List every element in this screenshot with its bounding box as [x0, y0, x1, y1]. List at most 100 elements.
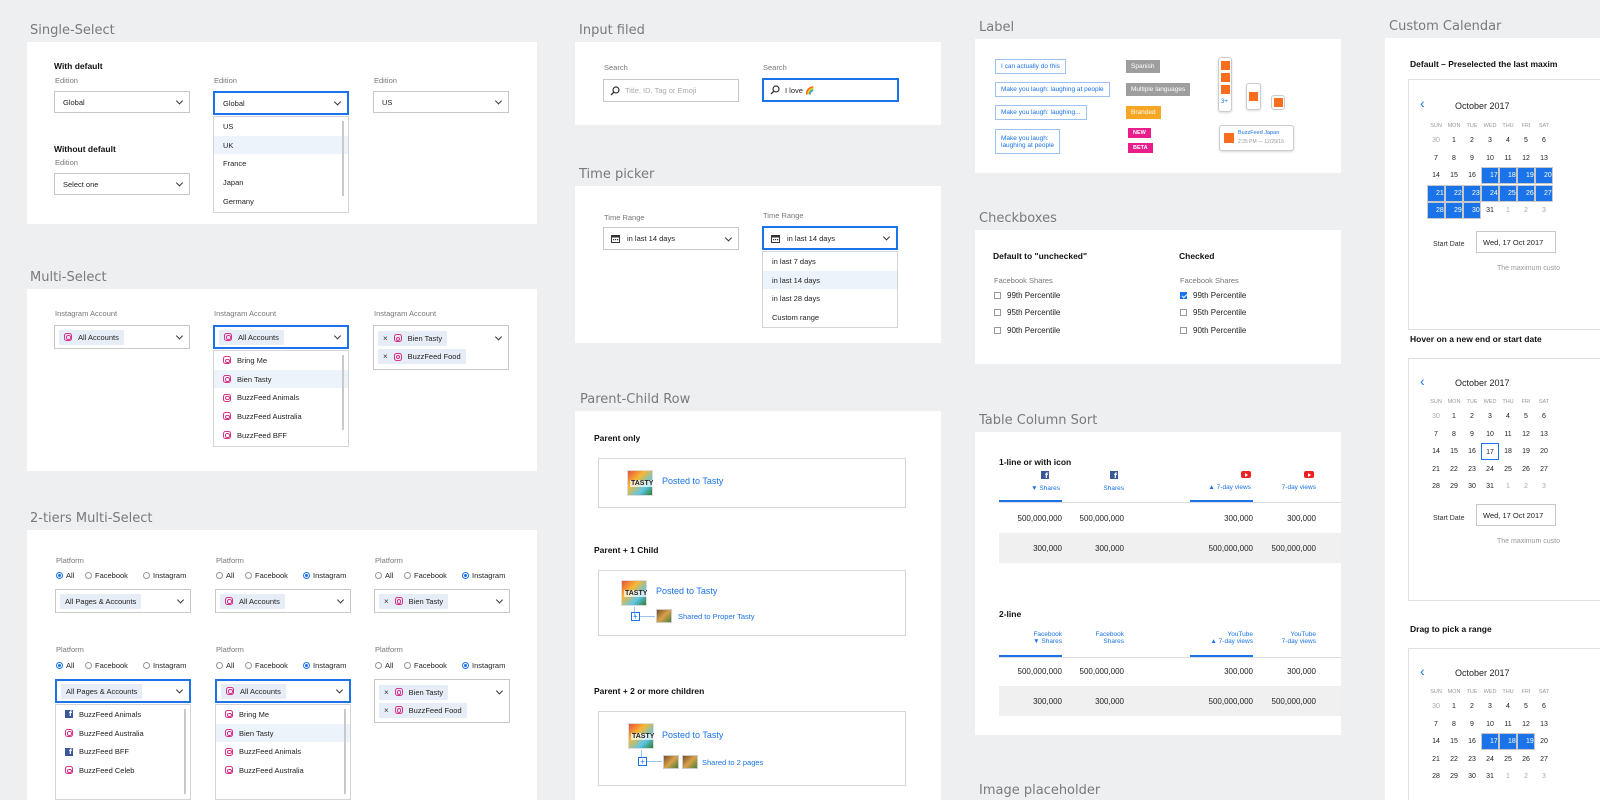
calendar-day[interactable]: 11 — [1499, 150, 1517, 167]
platform-select-open[interactable]: All Pages & Accounts — [55, 679, 191, 703]
start-date-input[interactable]: Wed, 17 Oct 2017 — [1476, 504, 1556, 526]
radio-all[interactable]: All — [56, 571, 74, 580]
calendar-day[interactable]: 28 — [1427, 768, 1445, 785]
platform-select-multi[interactable]: × Bien Tasty × BuzzFeed Food — [374, 679, 510, 723]
calendar-day[interactable]: 27 — [1535, 461, 1553, 478]
calendar-day[interactable]: 17 — [1481, 167, 1499, 184]
calendar-day[interactable]: 4 — [1499, 698, 1517, 715]
posted-link[interactable]: Posted to Tasty — [662, 730, 723, 740]
sort-header-shares[interactable]: Shares — [1076, 471, 1124, 503]
start-date-input[interactable]: Wed, 17 Oct 2017 — [1476, 231, 1556, 253]
calendar-day[interactable]: 29 — [1445, 202, 1463, 219]
option-bring-me[interactable]: Bring Me — [216, 705, 350, 724]
calendar-day[interactable]: 3 — [1535, 478, 1553, 495]
calendar-day[interactable]: 16 — [1463, 733, 1481, 750]
chevron-left-icon[interactable]: ‹ — [1420, 373, 1425, 389]
calendar-day[interactable]: 23 — [1463, 184, 1481, 202]
sort-header-views-active[interactable]: ▲ 7-day views — [1190, 471, 1253, 503]
calendar-day[interactable]: 1 — [1499, 768, 1517, 785]
radio-instagram[interactable]: Instagram — [303, 571, 346, 580]
edition-select[interactable]: US — [373, 91, 509, 113]
option-us[interactable]: US — [214, 117, 348, 136]
page-stack[interactable]: 3+ — [1218, 57, 1232, 112]
time-range-select-open[interactable]: in last 14 days — [762, 226, 898, 250]
calendar-day[interactable]: 21 — [1427, 751, 1445, 768]
expand-icon[interactable]: + — [638, 757, 647, 766]
calendar-day[interactable]: 11 — [1499, 716, 1517, 733]
checkbox-95th[interactable]: 95th Percentile — [994, 308, 1060, 317]
calendar-day[interactable]: 22 — [1445, 751, 1463, 768]
chevron-left-icon[interactable]: ‹ — [1420, 663, 1425, 679]
remove-icon[interactable]: × — [384, 597, 389, 606]
calendar-day[interactable]: 30 — [1427, 698, 1445, 715]
platform-select[interactable]: All Accounts — [215, 589, 351, 613]
calendar-day[interactable]: 13 — [1535, 150, 1553, 167]
calendar-day[interactable]: 6 — [1535, 132, 1553, 149]
checkbox-95th[interactable]: 95th Percentile — [1180, 308, 1246, 317]
account-select-multi[interactable]: × Bien Tasty × BuzzFeed Food — [373, 325, 509, 370]
calendar-day[interactable]: 13 — [1535, 426, 1553, 443]
sort-header-views[interactable]: 7-day views — [1265, 471, 1316, 503]
option-buzzfeed-celeb[interactable]: BuzzFeed Celeb — [56, 761, 190, 780]
option-bien-tasty[interactable]: Bien Tasty — [214, 369, 348, 389]
radio-facebook[interactable]: Facebook — [245, 571, 288, 580]
calendar-day[interactable]: 30 — [1463, 202, 1481, 219]
calendar-day[interactable]: 3 — [1535, 202, 1553, 219]
platform-select[interactable]: × Bien Tasty — [374, 589, 510, 613]
calendar-day[interactable]: 1 — [1499, 478, 1517, 495]
account-select[interactable]: All Accounts — [54, 325, 190, 349]
account-select-open[interactable]: All Accounts — [213, 325, 349, 349]
edition-select-open[interactable]: Global — [213, 91, 349, 115]
calendar-day[interactable]: 25 — [1499, 461, 1517, 478]
calendar-day[interactable]: 22 — [1445, 461, 1463, 478]
calendar-day[interactable]: 10 — [1481, 716, 1499, 733]
radio-facebook[interactable]: Facebook — [85, 661, 128, 670]
option-buzzfeed-bff[interactable]: BuzzFeed BFF — [214, 426, 348, 445]
calendar-day[interactable]: 30 — [1427, 132, 1445, 149]
calendar-day[interactable]: 31 — [1481, 202, 1499, 219]
sort-header-yt-views-active[interactable]: YouTube ▲ 7-day views — [1190, 631, 1253, 658]
calendar-day[interactable]: 9 — [1463, 716, 1481, 733]
calendar-day[interactable]: 14 — [1427, 733, 1445, 750]
calendar-day[interactable]: 3 — [1481, 408, 1499, 425]
calendar-day[interactable]: 20 — [1535, 443, 1553, 460]
calendar-day[interactable]: 26 — [1517, 751, 1535, 768]
radio-all[interactable]: All — [375, 571, 393, 580]
calendar-day[interactable]: 15 — [1445, 733, 1463, 750]
calendar-day[interactable]: 25 — [1499, 184, 1517, 202]
radio-instagram[interactable]: Instagram — [143, 571, 186, 580]
calendar-day[interactable]: 30 — [1463, 768, 1481, 785]
option-buzzfeed-animals[interactable]: BuzzFeed Animals — [214, 388, 348, 407]
calendar-day[interactable]: 5 — [1517, 408, 1535, 425]
calendar-day[interactable]: 31 — [1481, 768, 1499, 785]
option-buzzfeed-bff[interactable]: f BuzzFeed BFF — [56, 742, 190, 761]
checkbox-99th-checked[interactable]: 99th Percentile — [1180, 291, 1246, 300]
sort-header-fb-shares-active[interactable]: Facebook ▼ Shares — [999, 631, 1062, 658]
calendar-day[interactable]: 13 — [1535, 716, 1553, 733]
search-input[interactable]: Title, ID, Tag or Emoji — [603, 79, 739, 102]
parent-children-row[interactable]: Posted to Tasty + Shared to 2 pages — [598, 711, 906, 786]
calendar-day[interactable]: 3 — [1481, 132, 1499, 149]
calendar-day[interactable]: 24 — [1481, 184, 1499, 202]
radio-all[interactable]: All — [216, 571, 234, 580]
scrollbar[interactable] — [344, 709, 346, 794]
posted-link[interactable]: Posted to Tasty — [656, 586, 717, 596]
calendar-day[interactable]: 2 — [1517, 478, 1535, 495]
calendar-day[interactable]: 20 — [1535, 167, 1553, 184]
page-badge[interactable] — [1271, 95, 1285, 110]
option-france[interactable]: France — [214, 154, 348, 173]
calendar-day[interactable]: 23 — [1463, 461, 1481, 478]
calendar-day[interactable]: 15 — [1445, 167, 1463, 184]
option-buzzfeed-australia[interactable]: BuzzFeed Australia — [56, 724, 190, 743]
calendar-day[interactable]: 4 — [1499, 132, 1517, 149]
checkbox-90th[interactable]: 90th Percentile — [1180, 326, 1246, 335]
edition-select-empty[interactable]: Select one — [54, 173, 190, 195]
radio-all[interactable]: All — [216, 661, 234, 670]
calendar-day[interactable]: 2 — [1517, 768, 1535, 785]
calendar-day[interactable]: 17 — [1481, 733, 1499, 750]
calendar-day[interactable]: 28 — [1427, 478, 1445, 495]
sort-header-yt-views[interactable]: YouTube 7-day views — [1265, 631, 1316, 658]
calendar-day[interactable]: 8 — [1445, 150, 1463, 167]
calendar-day[interactable]: 16 — [1463, 443, 1481, 460]
calendar-day[interactable]: 2 — [1463, 698, 1481, 715]
